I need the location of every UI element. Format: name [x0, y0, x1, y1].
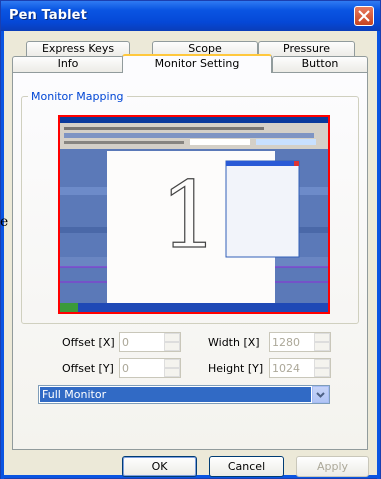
dropdown-button[interactable]	[312, 386, 329, 403]
offset-y-label: Offset [Y]	[62, 362, 114, 375]
offset-y-up-arrow[interactable]	[164, 359, 180, 368]
desktop-thumbnail: 1	[60, 117, 328, 312]
window-title: Pen Tablet	[9, 8, 87, 23]
height-y-label: Height [Y]	[208, 362, 264, 375]
height-y-up-arrow[interactable]	[314, 359, 330, 368]
window-frame-left	[1, 31, 4, 479]
offset-x-up-arrow[interactable]	[164, 333, 180, 342]
width-x-up-arrow[interactable]	[314, 333, 330, 342]
close-icon	[358, 10, 370, 22]
title-bar[interactable]: Pen Tablet	[1, 1, 380, 31]
tab-express-keys[interactable]: Express Keys	[26, 41, 130, 57]
tab-monitor-setting[interactable]: Monitor Setting	[122, 54, 272, 73]
height-y-stepper[interactable]	[269, 358, 331, 378]
width-x-label: Width [X]	[208, 336, 260, 349]
offset-y-input[interactable]	[122, 360, 162, 376]
ok-button[interactable]: OK	[122, 456, 197, 477]
offset-x-down-arrow[interactable]	[164, 342, 180, 351]
window-frame-right	[377, 31, 380, 479]
mapping-mode-select[interactable]: Full Monitor	[38, 385, 330, 404]
height-y-input[interactable]	[272, 360, 312, 376]
close-button[interactable]	[354, 6, 374, 26]
height-y-down-arrow[interactable]	[314, 368, 330, 377]
width-x-stepper[interactable]	[269, 332, 331, 352]
monitor-number: 1	[160, 162, 219, 269]
monitor-preview[interactable]: 1	[58, 115, 330, 314]
apply-button[interactable]: Apply	[296, 456, 369, 477]
offset-y-stepper[interactable]	[119, 358, 181, 378]
offset-x-label: Offset [X]	[62, 336, 115, 349]
offset-y-down-arrow[interactable]	[164, 368, 180, 377]
background-text-fragment: e	[0, 214, 9, 230]
width-x-input[interactable]	[272, 334, 312, 350]
monitor-mapping-label: Monitor Mapping	[28, 90, 127, 103]
chevron-down-icon	[316, 392, 325, 398]
tab-pressure[interactable]: Pressure	[258, 41, 355, 57]
offset-x-stepper[interactable]	[119, 332, 181, 352]
offset-x-input[interactable]	[122, 334, 162, 350]
width-x-down-arrow[interactable]	[314, 342, 330, 351]
mapping-mode-selected: Full Monitor	[40, 387, 311, 402]
tab-button[interactable]: Button	[272, 56, 368, 72]
tab-info[interactable]: Info	[12, 56, 124, 72]
cancel-button[interactable]: Cancel	[209, 456, 284, 477]
